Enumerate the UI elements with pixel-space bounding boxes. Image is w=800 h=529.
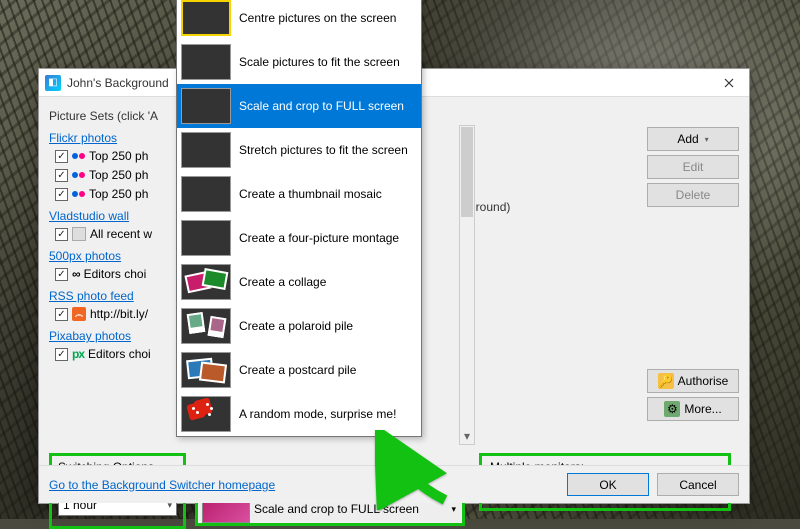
checkbox-icon[interactable]: ✓ [55,308,68,321]
authorise-icon: 🔑 [658,373,674,389]
dropdown-item-postcard[interactable]: Create a postcard pile [177,348,421,392]
dropdown-item-scale-fit[interactable]: Scale pictures to fit the screen [177,40,421,84]
dropdown-item-mosaic[interactable]: Create a thumbnail mosaic [177,172,421,216]
thumb-icon [181,396,231,432]
item-label: Create a postcard pile [239,363,356,377]
thumb-icon [181,264,231,300]
item-label: Top 250 ph [89,187,148,201]
thumb-icon [181,44,231,80]
close-icon [724,78,734,88]
side-buttons: Add▾ Edit Delete [647,127,739,207]
thumb-icon [181,88,231,124]
rss-icon: ෴ [72,307,86,321]
scroll-down-icon[interactable]: ▾ [460,428,474,444]
app-icon: ◧ [45,75,61,91]
checkbox-icon[interactable]: ✓ [55,188,68,201]
authorise-button[interactable]: 🔑Authorise [647,369,739,393]
thumb-icon [181,0,231,36]
more-button[interactable]: ⚙More... [647,397,739,421]
item-label: Top 250 ph [89,149,148,163]
picture-mode-dropdown[interactable]: Centre pictures on the screen Scale pict… [176,0,422,437]
ok-button[interactable]: OK [567,473,649,496]
flickr-icon [72,191,85,197]
side-buttons-lower: 🔑Authorise ⚙More... [647,369,739,421]
item-label: http://bit.ly/ [90,307,148,321]
homepage-link[interactable]: Go to the Background Switcher homepage [49,478,275,492]
more-icon: ⚙ [664,401,680,417]
chevron-down-icon: ▾ [705,135,709,144]
thumb-icon [181,176,231,212]
delete-button[interactable]: Delete [647,183,739,207]
annotation-arrow [375,430,455,513]
flickr-icon [72,153,85,159]
dropdown-item-polaroid[interactable]: Create a polaroid pile [177,304,421,348]
dropdown-item-four-montage[interactable]: Create a four-picture montage [177,216,421,260]
dropdown-item-scale-crop-full[interactable]: Scale and crop to FULL screen [177,84,421,128]
item-label: Editors choi [88,347,151,361]
item-label: A random mode, surprise me! [239,407,396,421]
item-label: Create a thumbnail mosaic [239,187,382,201]
close-button[interactable] [709,69,749,97]
thumb-icon [181,308,231,344]
checkbox-icon[interactable]: ✓ [55,150,68,163]
item-label: Centre pictures on the screen [239,11,396,25]
dropdown-item-centre[interactable]: Centre pictures on the screen [177,0,421,40]
thumb-icon [181,220,231,256]
list-scrollbar[interactable]: ▴ ▾ [459,125,475,445]
item-label: Create a collage [239,275,326,289]
item-label: Top 250 ph [89,168,148,182]
item-label: Stretch pictures to fit the screen [239,143,408,157]
checkbox-icon[interactable]: ✓ [55,268,68,281]
edit-button[interactable]: Edit [647,155,739,179]
dropdown-item-collage[interactable]: Create a collage [177,260,421,304]
item-label: Create a four-picture montage [239,231,399,245]
checkbox-icon[interactable]: ✓ [55,228,68,241]
flickr-icon [72,172,85,178]
item-label: Editors choi [84,267,147,281]
vladstudio-icon [72,227,86,241]
item-label: All recent w [90,227,152,241]
checkbox-icon[interactable]: ✓ [55,169,68,182]
pixabay-icon: px [72,347,84,361]
500px-icon: ∞ [72,267,80,281]
item-label: Scale and crop to FULL screen [239,99,404,113]
checkbox-icon[interactable]: ✓ [55,348,68,361]
item-label: Scale pictures to fit the screen [239,55,400,69]
thumb-icon [181,352,231,388]
hint-suffix: ground) [469,200,510,214]
dropdown-item-stretch[interactable]: Stretch pictures to fit the screen [177,128,421,172]
scroll-thumb[interactable] [461,127,473,217]
thumb-icon [181,132,231,168]
cancel-button[interactable]: Cancel [657,473,739,496]
add-button[interactable]: Add▾ [647,127,739,151]
item-label: Create a polaroid pile [239,319,353,333]
